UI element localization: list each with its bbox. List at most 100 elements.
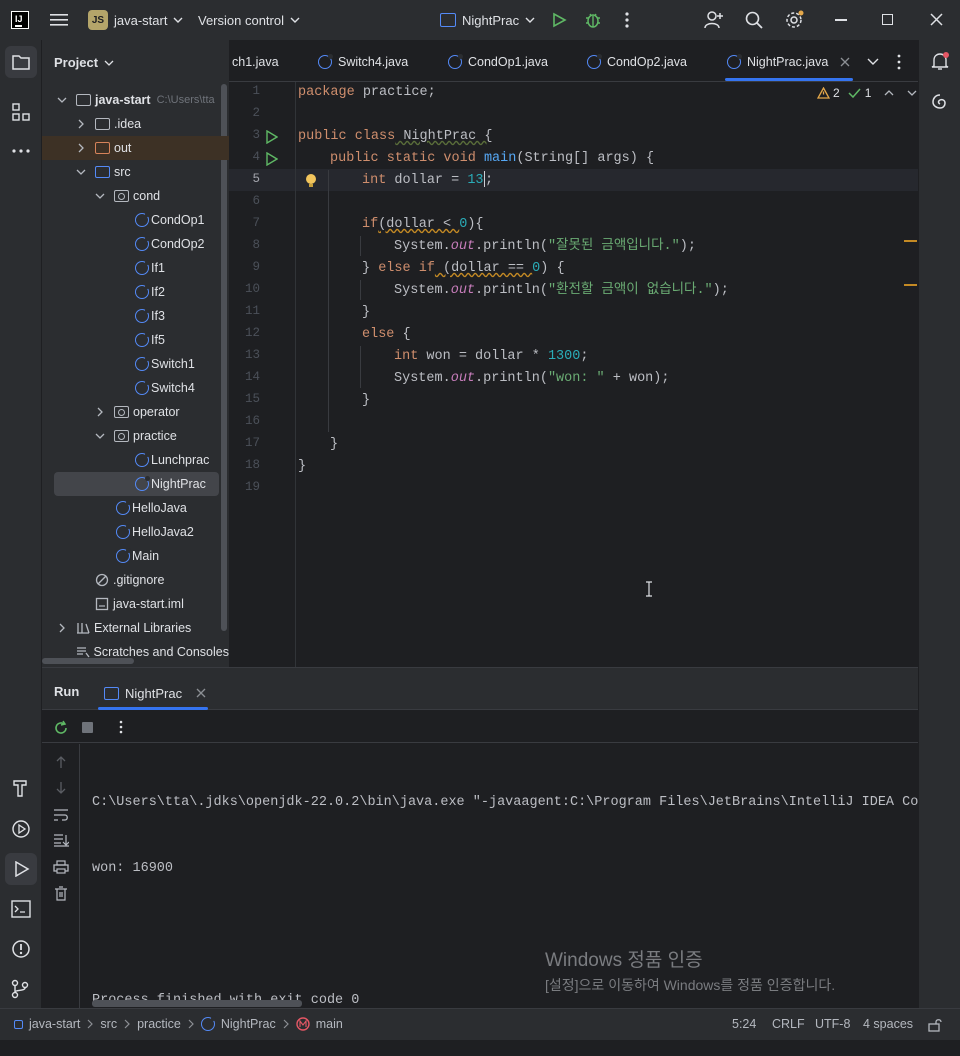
folder-icon bbox=[95, 142, 110, 154]
tree-item-idea[interactable]: .idea bbox=[42, 112, 229, 136]
tree-item-switch1[interactable]: Switch1 bbox=[42, 352, 229, 376]
module-icon bbox=[14, 1019, 23, 1029]
scroll-to-end-icon[interactable] bbox=[53, 833, 69, 847]
rerun-icon[interactable] bbox=[53, 720, 69, 736]
more-actions-icon[interactable] bbox=[624, 12, 630, 28]
tree-label: NightPrac bbox=[151, 477, 206, 491]
tree-item-condop1[interactable]: CondOp1 bbox=[42, 208, 229, 232]
minimize-icon[interactable] bbox=[835, 19, 847, 21]
structure-icon[interactable] bbox=[12, 103, 30, 121]
close-tab-icon[interactable] bbox=[196, 688, 206, 698]
settings-gear-icon[interactable] bbox=[784, 10, 804, 30]
services-icon[interactable] bbox=[11, 819, 31, 839]
tree-label: If5 bbox=[151, 333, 165, 347]
tab-ch1[interactable]: ch1.java bbox=[232, 42, 279, 82]
tab-nightprac[interactable]: NightPrac.java bbox=[725, 42, 853, 82]
chevron-down-icon bbox=[173, 17, 183, 23]
tree-item-hellojava2[interactable]: HelloJava2 bbox=[42, 520, 229, 544]
close-tab-icon[interactable] bbox=[840, 57, 850, 67]
arrow-up-icon[interactable] bbox=[55, 755, 67, 769]
search-icon[interactable] bbox=[745, 11, 763, 29]
tab-label: ch1.java bbox=[232, 55, 279, 69]
tabs-more-icon[interactable] bbox=[896, 54, 902, 70]
tree-item-external-libraries[interactable]: External Libraries bbox=[42, 616, 229, 640]
tree-label: out bbox=[114, 141, 132, 155]
ai-assistant-icon[interactable] bbox=[930, 92, 950, 112]
tabs-overflow-icon[interactable] bbox=[867, 57, 879, 67]
run-tool-button[interactable] bbox=[5, 853, 37, 885]
caret-position[interactable]: 5:24 bbox=[732, 1017, 756, 1031]
tree-item-cond[interactable]: cond bbox=[42, 184, 229, 208]
tree-item-if5[interactable]: If5 bbox=[42, 328, 229, 352]
tree-item-out[interactable]: out bbox=[42, 136, 229, 160]
tree-item-iml[interactable]: java-start.iml bbox=[42, 592, 229, 616]
tab-condop1[interactable]: CondOp1.java bbox=[448, 42, 548, 82]
intellij-logo: IJ bbox=[11, 11, 29, 29]
soft-wrap-icon[interactable] bbox=[53, 808, 69, 822]
chevron-down-icon bbox=[95, 433, 105, 439]
warning-stripe-mark[interactable] bbox=[904, 240, 917, 242]
project-tool-button[interactable] bbox=[5, 46, 37, 78]
problems-icon[interactable] bbox=[11, 939, 31, 959]
tree-item-if1[interactable]: If1 bbox=[42, 256, 229, 280]
file-encoding[interactable]: UTF-8 bbox=[815, 1017, 850, 1031]
project-panel-header[interactable]: Project bbox=[54, 55, 114, 70]
tree-item-gitignore[interactable]: .gitignore bbox=[42, 568, 229, 592]
tree-item-java-start[interactable]: java-start C:\Users\tta bbox=[42, 88, 229, 112]
build-hammer-icon[interactable] bbox=[11, 778, 31, 798]
project-h-scrollbar[interactable] bbox=[42, 658, 134, 664]
tree-item-nightprac[interactable]: NightPrac bbox=[54, 472, 219, 496]
tree-label: Scratches and Consoles bbox=[93, 645, 230, 659]
print-icon[interactable] bbox=[53, 860, 69, 874]
code-line-17: } bbox=[330, 437, 339, 452]
code-editor[interactable]: package practice; public class NightPrac… bbox=[229, 82, 904, 502]
run-panel: Run NightPrac C:\Users\tta\.jdks\openjdk… bbox=[42, 667, 918, 1009]
tab-condop2[interactable]: CondOp2.java bbox=[587, 42, 687, 82]
close-window-icon[interactable] bbox=[930, 13, 943, 26]
tab-switch4[interactable]: Switch4.java bbox=[318, 42, 408, 82]
run-config-selector[interactable]: NightPrac bbox=[440, 9, 535, 31]
debug-icon[interactable] bbox=[584, 11, 602, 29]
breadcrumb-item[interactable]: main bbox=[316, 1017, 343, 1031]
console-h-scrollbar[interactable] bbox=[92, 1000, 302, 1007]
tree-label: .gitignore bbox=[113, 573, 165, 587]
tree-item-main[interactable]: Main bbox=[42, 544, 229, 568]
tree-item-condop2[interactable]: CondOp2 bbox=[42, 232, 229, 256]
chevron-down-icon[interactable] bbox=[907, 89, 917, 97]
line-separator[interactable]: CRLF bbox=[772, 1017, 805, 1031]
run-icon[interactable] bbox=[551, 12, 567, 28]
chevron-right-icon bbox=[283, 1019, 289, 1029]
tree-item-if3[interactable]: If3 bbox=[42, 304, 229, 328]
project-switcher[interactable]: JS java-start bbox=[88, 9, 183, 31]
stop-icon[interactable] bbox=[82, 722, 93, 733]
version-control-menu[interactable]: Version control bbox=[198, 9, 300, 31]
tree-item-practice[interactable]: practice bbox=[42, 424, 229, 448]
tree-item-hellojava[interactable]: HelloJava bbox=[42, 496, 229, 520]
notifications-bell-icon[interactable] bbox=[930, 51, 950, 71]
more-run-actions-icon[interactable] bbox=[118, 720, 124, 734]
breadcrumb-item[interactable]: practice bbox=[137, 1017, 181, 1031]
tree-item-if2[interactable]: If2 bbox=[42, 280, 229, 304]
indent-setting[interactable]: 4 spaces bbox=[863, 1017, 913, 1031]
tree-item-operator[interactable]: operator bbox=[42, 400, 229, 424]
arrow-down-icon[interactable] bbox=[55, 781, 67, 795]
tree-item-src[interactable]: src bbox=[42, 160, 229, 184]
tree-item-switch4[interactable]: Switch4 bbox=[42, 376, 229, 400]
breadcrumb-item[interactable]: src bbox=[100, 1017, 117, 1031]
add-user-icon[interactable] bbox=[704, 10, 724, 30]
chevron-right-icon bbox=[87, 1019, 94, 1029]
lock-icon[interactable] bbox=[928, 1018, 942, 1032]
maximize-icon[interactable] bbox=[882, 14, 893, 25]
tab-label: CondOp1.java bbox=[468, 55, 548, 69]
more-tools-icon[interactable] bbox=[12, 148, 30, 154]
warning-stripe-mark[interactable] bbox=[904, 284, 917, 286]
breadcrumb-item[interactable]: java-start bbox=[29, 1017, 80, 1031]
method-icon bbox=[296, 1017, 310, 1031]
breadcrumb-item[interactable]: NightPrac bbox=[221, 1017, 276, 1031]
run-tab-nightprac[interactable]: NightPrac bbox=[98, 676, 208, 710]
terminal-icon[interactable] bbox=[11, 900, 31, 918]
tree-item-lunchprac[interactable]: Lunchprac bbox=[42, 448, 229, 472]
git-branch-icon[interactable] bbox=[11, 979, 29, 999]
main-menu-icon[interactable] bbox=[50, 12, 68, 28]
trash-icon[interactable] bbox=[54, 886, 68, 901]
